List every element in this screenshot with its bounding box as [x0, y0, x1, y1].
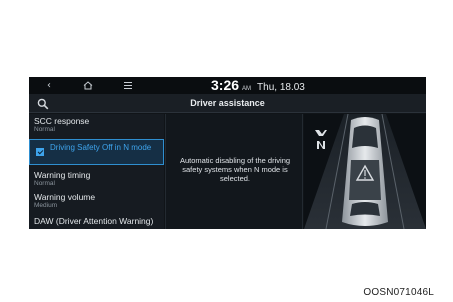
- page-title: Driver assistance: [190, 98, 265, 108]
- menu-item-value: Normal: [34, 180, 55, 187]
- menu-item-scc-response[interactable]: SCC response Normal: [29, 114, 164, 136]
- menu-icon[interactable]: [120, 79, 136, 92]
- menu-item-label: Warning volume: [34, 192, 96, 202]
- menu-item-warning-volume[interactable]: Warning volume Medium: [29, 190, 164, 212]
- search-icon[interactable]: [37, 97, 51, 110]
- settings-menu: SCC response Normal Driving Safety Off i…: [29, 114, 164, 229]
- menu-item-label: DAW (Driver Attention Warning): [34, 216, 154, 226]
- status-bar: ‹ 3:26 AM Thu, 18.03: [29, 77, 426, 94]
- menu-item-label: Warning timing: [34, 170, 91, 180]
- home-icon[interactable]: [80, 79, 96, 92]
- infotainment-screen: ‹ 3:26 AM Thu, 18.03 Driver assistance S…: [29, 77, 426, 229]
- menu-item-value: Normal: [34, 126, 55, 133]
- car-illustration-panel: [304, 114, 426, 229]
- back-arrow-icon[interactable]: ‹: [41, 79, 57, 92]
- menu-item-label: Driving Safety Off in N mode: [50, 143, 152, 152]
- clock: 3:26 AM Thu, 18.03: [211, 77, 305, 94]
- title-bar: Driver assistance: [29, 94, 426, 113]
- info-panel: Automatic disabling of the driving safet…: [165, 114, 303, 229]
- n-mode-icon: [313, 128, 329, 157]
- menu-item-value: Medium: [34, 202, 58, 209]
- menu-item-warning-timing[interactable]: Warning timing Normal: [29, 168, 164, 190]
- clock-ampm: AM: [242, 86, 252, 92]
- menu-item-daw[interactable]: DAW (Driver Attention Warning): [29, 212, 164, 228]
- checkbox-checked[interactable]: [36, 148, 44, 156]
- info-description: Automatic disabling of the driving safet…: [179, 156, 291, 183]
- figure-code: OOSN071046L: [363, 287, 434, 298]
- menu-item-label: SCC response: [34, 116, 90, 126]
- clock-time: 3:26: [211, 77, 240, 93]
- menu-item-driving-safety-off[interactable]: Driving Safety Off in N mode: [29, 139, 164, 165]
- clock-date: Thu, 18.03: [257, 82, 305, 93]
